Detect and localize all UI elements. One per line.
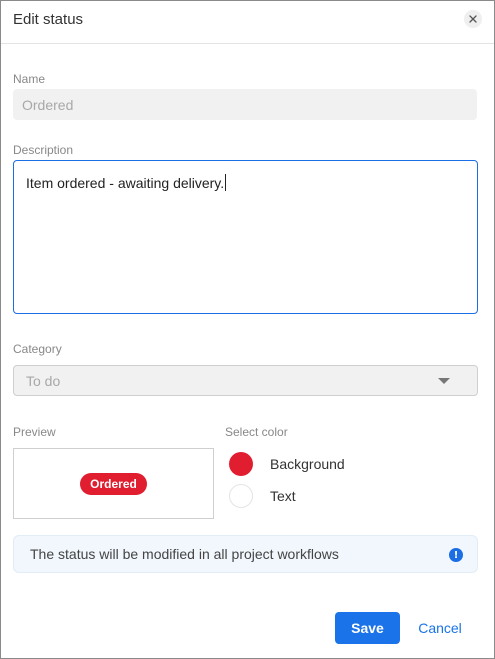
background-color-swatch[interactable] (229, 452, 253, 476)
edit-status-dialog: Edit status Name Ordered Description Ite… (0, 0, 495, 659)
info-icon: ! (449, 548, 463, 562)
save-button[interactable]: Save (335, 612, 400, 644)
status-preview: Ordered (13, 448, 214, 519)
name-value: Ordered (22, 96, 74, 113)
category-select[interactable]: To do (13, 365, 478, 396)
text-color-swatch[interactable] (229, 484, 253, 508)
close-icon (469, 15, 477, 23)
background-color-label: Background (270, 456, 345, 472)
close-button[interactable] (464, 10, 482, 28)
select-color-label: Select color (225, 425, 288, 439)
background-color-option[interactable]: Background (229, 452, 345, 476)
description-value: Item ordered - awaiting delivery. (26, 175, 225, 191)
text-caret (225, 174, 227, 191)
info-message: The status will be modified in all proje… (30, 546, 339, 562)
description-textarea[interactable]: Item ordered - awaiting delivery. (13, 160, 478, 314)
status-badge: Ordered (80, 472, 147, 495)
name-label: Name (13, 72, 46, 86)
dialog-title: Edit status (13, 11, 84, 28)
text-color-option[interactable]: Text (229, 484, 296, 508)
description-label: Description (13, 143, 74, 157)
name-field[interactable]: Ordered (13, 89, 477, 120)
info-banner: The status will be modified in all proje… (13, 535, 478, 573)
chevron-down-icon (438, 378, 450, 384)
cancel-button[interactable]: Cancel (411, 612, 469, 644)
category-label: Category (13, 342, 62, 356)
text-color-label: Text (270, 488, 296, 504)
preview-label: Preview (13, 425, 56, 439)
category-value: To do (26, 372, 61, 389)
dialog-header: Edit status (1, 1, 494, 44)
